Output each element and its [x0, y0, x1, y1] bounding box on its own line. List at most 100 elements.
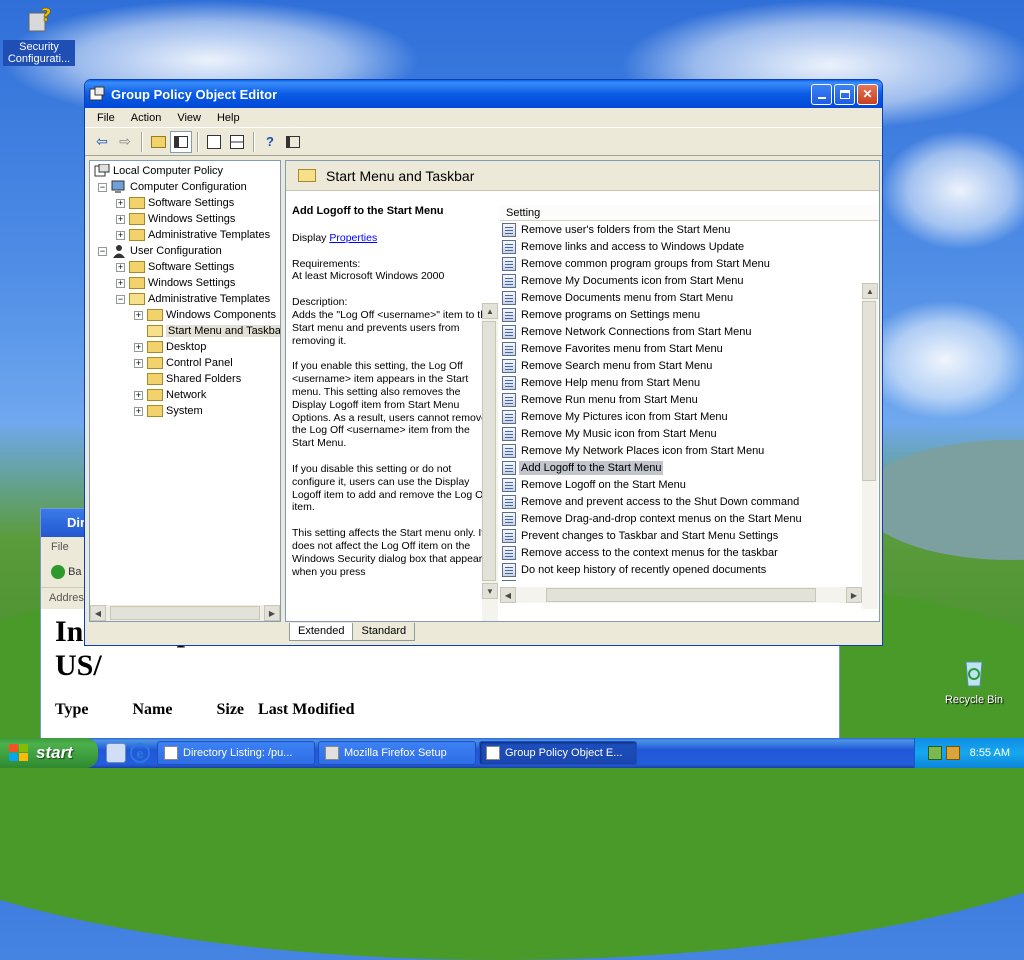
column-header-setting[interactable]: Setting	[500, 205, 879, 221]
tree-node-uc-windows-settings[interactable]: + Windows Settings	[116, 275, 235, 291]
tree-node-desktop[interactable]: + Desktop	[134, 339, 206, 355]
back-icon[interactable]	[51, 565, 65, 579]
expand-icon[interactable]: +	[116, 198, 125, 208]
desktop-icon-security-config[interactable]: ? Security Configurati...	[3, 3, 75, 66]
tree-node-cc-administrative-templates[interactable]: + Administrative Templates	[116, 227, 270, 243]
scroll-right-icon[interactable]: ▶	[846, 587, 862, 603]
tree-node-computer-configuration[interactable]: − Computer Configuration	[98, 179, 247, 195]
tree-node-windows-components[interactable]: + Windows Components	[134, 307, 276, 323]
col-type[interactable]: Type	[55, 701, 88, 718]
tree-pane[interactable]: Local Computer Policy − Computer Configu…	[89, 160, 281, 622]
expand-icon[interactable]: +	[116, 230, 125, 240]
setting-row[interactable]: Remove user's folders from the Start Men…	[500, 221, 879, 238]
tree-node-cc-windows-settings[interactable]: + Windows Settings	[116, 211, 235, 227]
col-name[interactable]: Name	[132, 701, 172, 718]
menu-view[interactable]: View	[169, 110, 209, 126]
scroll-up-icon[interactable]: ▲	[482, 303, 498, 319]
setting-row[interactable]: Add Logoff to the Start Menu	[500, 459, 879, 476]
maximize-button[interactable]	[834, 83, 855, 105]
back-button[interactable]: ⇦	[91, 131, 113, 153]
expand-icon[interactable]: +	[134, 358, 143, 368]
group-policy-window[interactable]: Group Policy Object Editor ✕ File Action…	[84, 79, 883, 646]
setting-row[interactable]: Remove Favorites menu from Start Menu	[500, 340, 879, 357]
tree-node-shared-folders[interactable]: Shared Folders	[134, 371, 241, 387]
setting-row[interactable]: Remove My Music icon from Start Menu	[500, 425, 879, 442]
start-button[interactable]: start	[0, 738, 98, 768]
scroll-thumb[interactable]	[482, 321, 496, 581]
menu-file[interactable]: File	[89, 110, 123, 126]
tab-standard[interactable]: Standard	[352, 623, 416, 641]
properties-link[interactable]: Properties	[329, 232, 377, 244]
clock[interactable]: 8:55 AM	[970, 747, 1010, 759]
show-desktop-icon[interactable]	[106, 743, 126, 763]
col-size[interactable]: Size	[216, 701, 244, 718]
setting-row[interactable]: Remove Run menu from Start Menu	[500, 391, 879, 408]
tree-node-control-panel[interactable]: + Control Panel	[134, 355, 233, 371]
security-tray-icon[interactable]	[945, 746, 960, 760]
show-hide-console-button[interactable]	[282, 131, 304, 153]
setting-row[interactable]: Remove access to the context menus for t…	[500, 544, 879, 561]
setting-row[interactable]: Remove and prevent access to the Shut Do…	[500, 493, 879, 510]
setting-row[interactable]: Remove common program groups from Start …	[500, 255, 879, 272]
setting-row[interactable]: Clear history of recently opened documen…	[500, 578, 879, 581]
internet-explorer-icon[interactable]: e	[130, 743, 150, 763]
setting-row[interactable]: Remove Logoff on the Start Menu	[500, 476, 879, 493]
expand-icon[interactable]: +	[116, 214, 125, 224]
scroll-left-icon[interactable]: ◀	[500, 587, 516, 603]
expand-icon[interactable]: +	[134, 342, 143, 352]
network-tray-icon[interactable]	[927, 746, 942, 760]
tree-node-local-computer-policy[interactable]: Local Computer Policy	[94, 163, 223, 179]
close-button[interactable]: ✕	[857, 83, 878, 105]
task-directory-listing[interactable]: Directory Listing: /pu...	[157, 741, 315, 765]
setting-row[interactable]: Remove programs on Settings menu	[500, 306, 879, 323]
settings-horizontal-scrollbar[interactable]: ◀ ▶	[500, 587, 862, 603]
settings-list[interactable]: Setting Remove user's folders from the S…	[500, 205, 879, 621]
setting-row[interactable]: Remove My Pictures icon from Start Menu	[500, 408, 879, 425]
scroll-thumb[interactable]	[546, 588, 816, 602]
show-hide-tree-button[interactable]	[170, 130, 192, 153]
collapse-icon[interactable]: −	[98, 246, 107, 256]
setting-row[interactable]: Remove Documents menu from Start Menu	[500, 289, 879, 306]
tree-node-cc-software-settings[interactable]: + Software Settings	[116, 195, 234, 211]
expand-icon[interactable]: +	[134, 406, 143, 416]
scroll-left-icon[interactable]: ◀	[90, 605, 106, 621]
tree-horizontal-scrollbar[interactable]: ◀ ▶	[90, 605, 280, 621]
setting-row[interactable]: Remove Search menu from Start Menu	[500, 357, 879, 374]
setting-row[interactable]: Remove Drag-and-drop context menus on th…	[500, 510, 879, 527]
setting-row[interactable]: Remove My Network Places icon from Start…	[500, 442, 879, 459]
export-list-button[interactable]	[226, 131, 248, 153]
setting-row[interactable]: Remove Network Connections from Start Me…	[500, 323, 879, 340]
desktop-icon-recycle-bin[interactable]: Recycle Bin	[938, 656, 1010, 707]
tree-node-start-menu-taskbar[interactable]: Start Menu and Taskba	[134, 323, 280, 339]
expand-icon[interactable]: +	[116, 278, 125, 288]
scroll-thumb[interactable]	[110, 606, 260, 620]
setting-row[interactable]: Do not keep history of recently opened d…	[500, 561, 879, 578]
title-bar[interactable]: Group Policy Object Editor ✕	[85, 80, 882, 108]
task-group-policy[interactable]: Group Policy Object E...	[479, 741, 637, 765]
back-button-label[interactable]: Ba	[68, 566, 81, 578]
background-menu-file[interactable]: File	[51, 541, 69, 553]
menu-help[interactable]: Help	[209, 110, 248, 126]
tab-extended[interactable]: Extended	[289, 623, 354, 641]
setting-row[interactable]: Remove Help menu from Start Menu	[500, 374, 879, 391]
setting-row[interactable]: Prevent changes to Taskbar and Start Men…	[500, 527, 879, 544]
expand-icon[interactable]: +	[134, 310, 143, 320]
scroll-thumb[interactable]	[862, 301, 876, 481]
scroll-right-icon[interactable]: ▶	[264, 605, 280, 621]
menu-action[interactable]: Action	[123, 110, 170, 126]
minimize-button[interactable]	[811, 83, 832, 105]
setting-row[interactable]: Remove links and access to Windows Updat…	[500, 238, 879, 255]
tree-node-network[interactable]: + Network	[134, 387, 206, 403]
scroll-down-icon[interactable]: ▼	[482, 583, 498, 599]
col-last-modified[interactable]: Last Modified	[258, 701, 354, 718]
forward-button[interactable]: ⇨	[114, 131, 136, 153]
expand-icon[interactable]: +	[134, 390, 143, 400]
expand-icon[interactable]: +	[116, 262, 125, 272]
properties-button[interactable]	[203, 131, 225, 153]
collapse-icon[interactable]: −	[98, 182, 107, 192]
scroll-up-icon[interactable]: ▲	[862, 283, 878, 299]
tree-node-system[interactable]: + System	[134, 403, 203, 419]
task-firefox-setup[interactable]: Mozilla Firefox Setup	[318, 741, 476, 765]
tree-node-uc-administrative-templates[interactable]: − Administrative Templates	[116, 291, 270, 307]
setting-row[interactable]: Remove My Documents icon from Start Menu	[500, 272, 879, 289]
